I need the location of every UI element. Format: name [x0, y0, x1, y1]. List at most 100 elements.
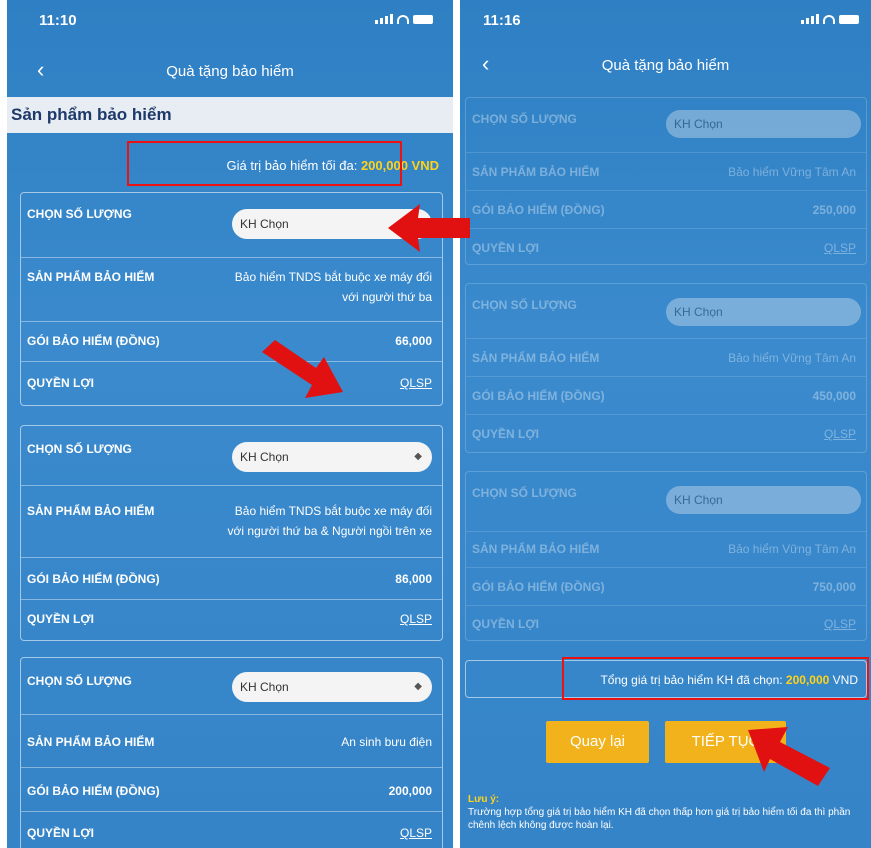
product-row: SẢN PHẨM BẢO HIỂM An sinh bưu điện	[21, 715, 442, 768]
package-label: GÓI BẢO HIỂM (ĐỒNG)	[27, 334, 160, 348]
benefit-row: QUYỀN LỢI QLSP	[466, 415, 866, 453]
product-label: SẢN PHẨM BẢO HIỂM	[472, 351, 600, 365]
nav-bar: ‹ Quà tặng bảo hiểm	[460, 46, 871, 82]
quantity-row: CHỌN SỐ LƯỢNG KH Chọn ◆	[21, 426, 442, 486]
select-value: KH Chọn	[674, 305, 723, 319]
package-value: 750,000	[812, 580, 856, 594]
package-row: GÓI BẢO HIỂM (ĐỒNG) 250,000	[466, 191, 866, 229]
select-value: KH Chọn	[240, 217, 289, 231]
product-name-line2: với người thứ ba	[342, 290, 432, 304]
note-title: Lưu ý:	[468, 794, 500, 805]
wifi-icon	[823, 14, 835, 24]
annotation-box-total	[562, 657, 869, 700]
quantity-select[interactable]: KH Chọn	[666, 486, 861, 514]
package-row: GÓI BẢO HIỂM (ĐỒNG) 86,000	[21, 558, 442, 600]
package-value: 200,000	[388, 784, 432, 798]
product-value: Bảo hiểm Vững Tâm An	[728, 165, 856, 179]
product-card-2: CHỌN SỐ LƯỢNG KH Chọn ◆ SẢN PHẨM BẢO HIỂ…	[20, 425, 443, 641]
quantity-row: CHỌN SỐ LƯỢNG KH Chọn	[466, 284, 866, 339]
package-label: GÓI BẢO HIỂM (ĐỒNG)	[472, 203, 605, 217]
product-label: SẢN PHẨM BẢO HIỂM	[472, 165, 600, 179]
back-button[interactable]: Quay lại	[546, 721, 649, 763]
product-name-line1: Bảo hiểm TNDS bắt buộc xe máy đối	[234, 270, 432, 284]
quantity-select[interactable]: KH Chọn	[666, 298, 861, 326]
select-value: KH Chọn	[240, 450, 289, 464]
select-value: KH Chọn	[240, 680, 289, 694]
benefit-link[interactable]: QLSP	[400, 826, 432, 840]
battery-icon	[413, 14, 433, 24]
quantity-select[interactable]: KH Chọn ◆	[232, 672, 432, 702]
product-row: SẢN PHẨM BẢO HIỂM Bảo hiểm Vững Tâm An	[466, 153, 866, 191]
quantity-row: CHỌN SỐ LƯỢNG KH Chọn	[21, 193, 442, 258]
package-value: 86,000	[395, 572, 432, 586]
benefit-label: QUYỀN LỢI	[472, 617, 539, 631]
quantity-select[interactable]: KH Chọn	[232, 209, 432, 239]
select-value: KH Chọn	[674, 117, 723, 131]
section-title: Sản phẩm bảo hiểm	[7, 97, 453, 133]
product-name-line1: Bảo hiểm TNDS bắt buộc xe máy đối	[234, 504, 432, 518]
package-value: 450,000	[812, 389, 856, 403]
quantity-label: CHỌN SỐ LƯỢNG	[472, 486, 577, 500]
package-row: GÓI BẢO HIỂM (ĐỒNG) 450,000	[466, 377, 866, 415]
select-value: KH Chọn	[674, 493, 723, 507]
product-value: Bảo hiểm Vững Tâm An	[728, 351, 856, 365]
product-row: SẢN PHẨM BẢO HIỂM Bảo hiểm TNDS bắt buộc…	[21, 258, 442, 322]
benefit-label: QUYỀN LỢI	[27, 376, 94, 390]
signal-icon	[375, 14, 393, 24]
right-screen: 11:16 ‹ Quà tặng bảo hiểm CHỌN SỐ LƯỢNG …	[460, 0, 871, 848]
select-chevron-icon: ◆	[414, 681, 422, 692]
quantity-row: CHỌN SỐ LƯỢNG KH Chọn	[466, 98, 866, 153]
quantity-select[interactable]: KH Chọn ◆	[232, 442, 432, 472]
package-row: GÓI BẢO HIỂM (ĐỒNG) 200,000	[21, 768, 442, 812]
status-time: 11:16	[483, 12, 521, 29]
benefit-label: QUYỀN LỢI	[472, 241, 539, 255]
page-title: Quà tặng bảo hiểm	[601, 57, 730, 74]
benefit-row: QUYỀN LỢI QLSP	[466, 606, 866, 642]
product-label: SẢN PHẨM BẢO HIỂM	[27, 735, 155, 749]
package-label: GÓI BẢO HIỂM (ĐỒNG)	[472, 389, 605, 403]
package-label: GÓI BẢO HIỂM (ĐỒNG)	[472, 580, 605, 594]
product-label: SẢN PHẨM BẢO HIỂM	[27, 270, 155, 284]
package-label: GÓI BẢO HIỂM (ĐỒNG)	[27, 572, 160, 586]
benefit-label: QUYỀN LỢI	[27, 826, 94, 840]
annotation-box-max-value	[127, 141, 402, 186]
product-name-line1: An sinh bưu điện	[341, 735, 432, 749]
select-chevron-icon: ◆	[414, 451, 422, 462]
benefit-row: QUYỀN LỢI QLSP	[466, 229, 866, 265]
quantity-label: CHỌN SỐ LƯỢNG	[472, 298, 577, 312]
benefit-row: QUYỀN LỢI QLSP	[21, 812, 442, 848]
product-label: SẢN PHẨM BẢO HIỂM	[27, 504, 155, 518]
product-card-3: CHỌN SỐ LƯỢNG KH Chọn ◆ SẢN PHẨM BẢO HIỂ…	[20, 657, 443, 848]
quantity-row: CHỌN SỐ LƯỢNG KH Chọn	[466, 472, 866, 532]
benefit-link[interactable]: QLSP	[400, 376, 432, 390]
benefit-row: QUYỀN LỢI QLSP	[21, 600, 442, 640]
benefit-link[interactable]: QLSP	[824, 617, 856, 631]
quantity-label: CHỌN SỐ LƯỢNG	[27, 674, 132, 688]
package-row: GÓI BẢO HIỂM (ĐỒNG) 66,000	[21, 322, 442, 362]
status-icons	[375, 14, 433, 24]
product-label: SẢN PHẨM BẢO HIỂM	[472, 542, 600, 556]
quantity-select[interactable]: KH Chọn	[666, 110, 861, 138]
quantity-label: CHỌN SỐ LƯỢNG	[472, 112, 577, 126]
status-icons	[801, 14, 859, 24]
product-row: SẢN PHẨM BẢO HIỂM Bảo hiểm Vững Tâm An	[466, 532, 866, 568]
product-value: Bảo hiểm Vững Tâm An	[728, 542, 856, 556]
continue-button[interactable]: TIẾP TỤC	[665, 721, 786, 763]
product-name-line2: với người thứ ba & Người ngồi trên xe	[227, 524, 432, 538]
product-row: SẢN PHẨM BẢO HIỂM Bảo hiểm Vững Tâm An	[466, 339, 866, 377]
left-screen: 11:10 ‹ Quà tặng bảo hiểm Sản phẩm bảo h…	[7, 0, 453, 848]
page-title: Quà tặng bảo hiểm	[166, 63, 294, 80]
status-bar: 11:10	[7, 0, 453, 40]
product-card-1: CHỌN SỐ LƯỢNG KH Chọn SẢN PHẨM BẢO HIỂM …	[465, 97, 867, 265]
benefit-label: QUYỀN LỢI	[27, 612, 94, 626]
benefit-link[interactable]: QLSP	[400, 612, 432, 626]
signal-icon	[801, 14, 819, 24]
benefit-label: QUYỀN LỢI	[472, 427, 539, 441]
package-value: 66,000	[395, 334, 432, 348]
package-label: GÓI BẢO HIỂM (ĐỒNG)	[27, 784, 160, 798]
benefit-link[interactable]: QLSP	[824, 241, 856, 255]
product-card-2: CHỌN SỐ LƯỢNG KH Chọn SẢN PHẨM BẢO HIỂM …	[465, 283, 867, 453]
benefit-row: QUYỀN LỢI QLSP	[21, 362, 442, 405]
quantity-label: CHỌN SỐ LƯỢNG	[27, 442, 132, 456]
benefit-link[interactable]: QLSP	[824, 427, 856, 441]
